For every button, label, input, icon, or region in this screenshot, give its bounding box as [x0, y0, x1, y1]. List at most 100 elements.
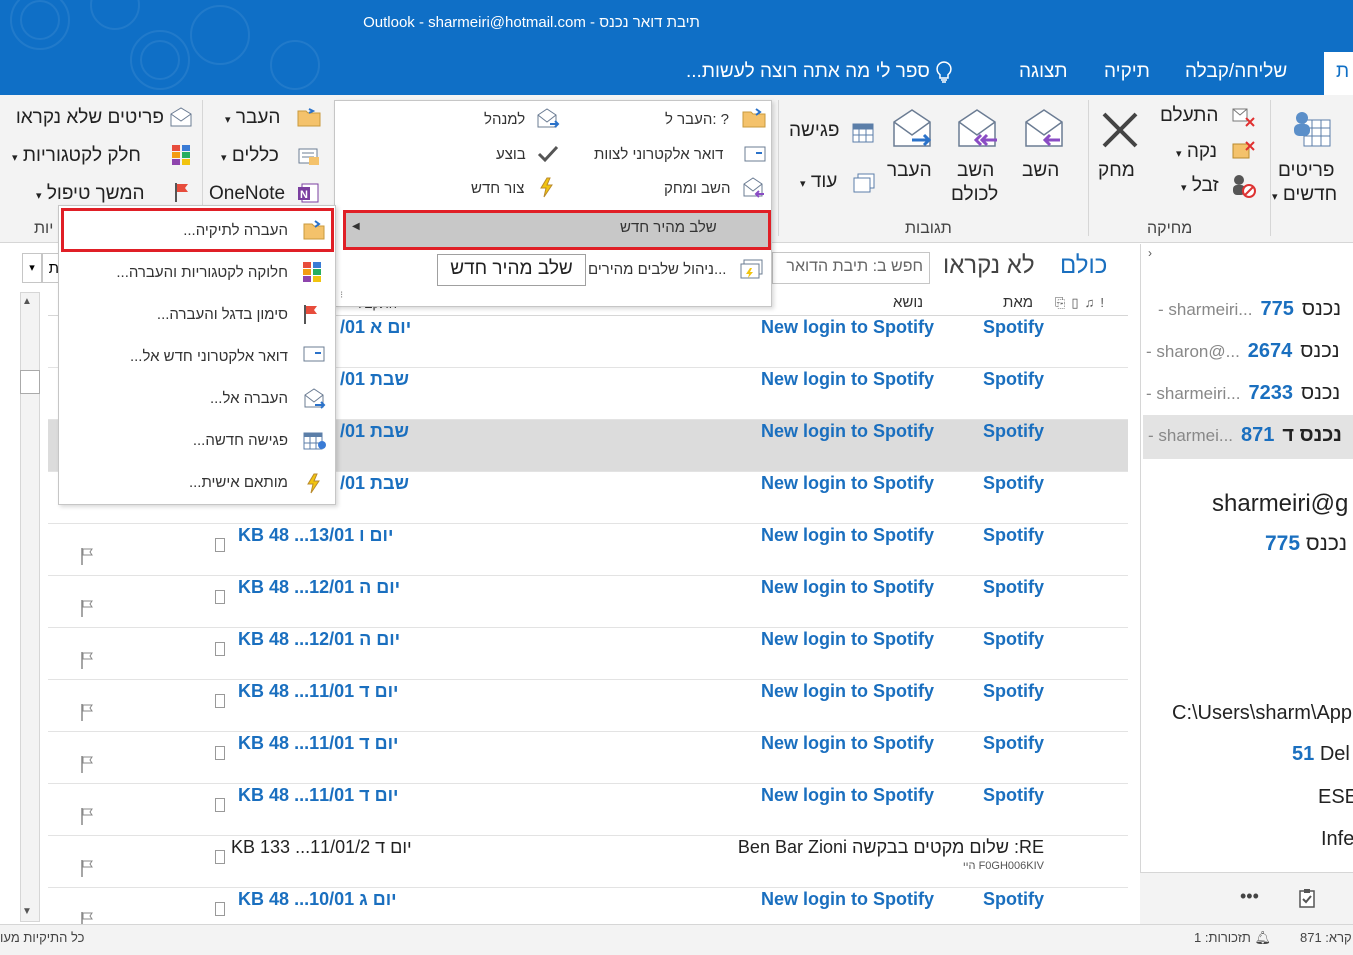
qs-done[interactable]: בוצע: [496, 146, 526, 163]
rules-button[interactable]: ▾ כללים: [221, 145, 279, 167]
folder-item[interactable]: - sharmeiri... 7233 נכנס: [1146, 382, 1340, 405]
categorize-button[interactable]: ▾ חלק לקטגוריות: [12, 145, 141, 167]
junk-button[interactable]: ▾ זבל: [1181, 175, 1219, 197]
submenu-item[interactable]: העברה לתיקיה...: [183, 222, 288, 239]
folder-item[interactable]: - sharon@... 2674 נכנס: [1146, 340, 1339, 363]
reply-all-button-line1[interactable]: השב: [957, 160, 994, 182]
table-row[interactable]: [48, 680, 1128, 732]
delete-button[interactable]: מחק: [1098, 160, 1135, 182]
row-subject: RE: שלום מקטים בבקשה: [852, 837, 1044, 857]
folder-move-icon: [303, 220, 325, 240]
account-inbox[interactable]: 775 נכנס: [1265, 532, 1347, 556]
qs-move-to[interactable]: העבר ל: ?: [665, 111, 729, 128]
row-subject: New login to Spotify: [761, 681, 934, 701]
row-size: 48 KB: [238, 681, 290, 701]
row-from: Spotify: [983, 421, 1044, 441]
submenu-item[interactable]: מותאם אישית...: [189, 474, 288, 491]
table-row[interactable]: [48, 576, 1128, 628]
tab-send-receive[interactable]: שליחה/קבלה: [1185, 61, 1287, 83]
flag-icon[interactable]: [80, 651, 94, 669]
filter-all[interactable]: כולם: [1060, 252, 1107, 280]
chevron-down-icon: ▾: [1272, 191, 1278, 203]
flag-icon[interactable]: [80, 807, 94, 825]
row-doc-icon: [215, 590, 225, 604]
qs-reply-delete[interactable]: השב ומחק: [664, 180, 731, 197]
row-date-text: יום ה 12/01...: [294, 577, 401, 597]
submenu-item[interactable]: העברה אל...: [210, 390, 288, 407]
forward-button[interactable]: העבר: [887, 160, 932, 182]
move-label: העבר: [235, 107, 281, 128]
infected-folder[interactable]: Infe: [1321, 828, 1353, 851]
flag-icon[interactable]: [80, 703, 94, 721]
importance-icon: !: [1100, 295, 1110, 310]
expand-icon[interactable]: ›: [1148, 246, 1152, 260]
status-bar: [0, 924, 1353, 955]
scroll-down-icon[interactable]: ▼: [22, 906, 32, 917]
row-date: יום ג 10/01... 48 KB: [238, 889, 397, 910]
flag-icon[interactable]: [80, 859, 94, 877]
reply-button[interactable]: השב: [1022, 160, 1059, 182]
tab-folder[interactable]: תיקיה: [1104, 61, 1150, 83]
clean-button[interactable]: ▾ נקה: [1176, 141, 1217, 163]
row-date: יום ו 13/01... 48 KB: [238, 525, 393, 546]
row-subject: New login to Spotify: [761, 577, 934, 597]
resize-grip[interactable]: ⁝: [340, 290, 343, 301]
meeting-button[interactable]: פגישה: [789, 120, 839, 142]
column-header-subject[interactable]: נושא: [893, 294, 923, 311]
tab-active[interactable]: ת: [1324, 52, 1353, 95]
table-row[interactable]: [48, 524, 1128, 576]
unread-button[interactable]: פריטים שלא נקראו: [0, 107, 164, 129]
qs-create-new[interactable]: צור חדש: [471, 180, 524, 197]
clean-label: נקה: [1186, 141, 1218, 162]
reply-all-button-line2[interactable]: לכולם: [951, 184, 998, 206]
qs-manager-icon: [536, 108, 560, 130]
tell-me-search[interactable]: ספר לי מה אתה רוצה לעשות...: [686, 61, 953, 83]
status-reminders[interactable]: תזכורות: 1 🔔︎: [1194, 930, 1271, 946]
column-header-icons[interactable]: ⎘▯♫!: [1055, 295, 1110, 311]
status-unread: 871 :קרא: [1300, 930, 1352, 945]
new-items-button-line1[interactable]: פריטים: [1278, 160, 1335, 182]
flag-icon[interactable]: [80, 599, 94, 617]
account-inbox-label: נכנס: [1305, 532, 1348, 555]
table-row[interactable]: [48, 628, 1128, 680]
qs-move-folder-icon: [742, 108, 766, 128]
submenu-item[interactable]: דואר אלקטרוני חדש אל...: [130, 348, 288, 365]
folder-item[interactable]: - sharmei... 871 נכנס ד: [1148, 424, 1342, 447]
flag-icon[interactable]: [80, 755, 94, 773]
deleted-items[interactable]: 51 Del: [1292, 743, 1350, 766]
filter-unread[interactable]: לא נקראו: [943, 252, 1035, 280]
folder-item[interactable]: - sharmeiri... 775 נכנס: [1158, 298, 1341, 321]
submenu-item[interactable]: חלוקה לקטגוריות והעברה...: [116, 264, 288, 281]
table-row[interactable]: [48, 732, 1128, 784]
move-button[interactable]: ▾ העבר: [225, 107, 280, 129]
new-items-button-line2[interactable]: ▾ חדשים: [1272, 184, 1337, 206]
flag-icon[interactable]: [80, 547, 94, 565]
tasks-icon[interactable]: [1297, 888, 1317, 908]
more-respond-button[interactable]: ▾ עוד: [800, 171, 837, 193]
submenu-item[interactable]: סימון בדגל והעברה...: [157, 306, 288, 323]
deleted-label: Del: [1319, 743, 1350, 765]
qs-to-manager[interactable]: למנהל: [484, 111, 525, 128]
search-input[interactable]: חפש ב: תיבת הדואר: [772, 252, 930, 284]
qs-manage[interactable]: ניהול שלבים מהירים...: [588, 261, 726, 278]
tab-view[interactable]: תצוגה: [1019, 61, 1068, 83]
group-label-delete: מחיקה: [1147, 220, 1193, 237]
ese-folder[interactable]: ESE: [1318, 786, 1353, 809]
row-date-text: יום ה 12/01...: [294, 629, 401, 649]
submenu-item[interactable]: פגישה חדשה...: [193, 432, 288, 449]
ignore-button[interactable]: התעלם: [1160, 105, 1218, 127]
deleted-count: 51: [1292, 743, 1315, 765]
more-nav-icon[interactable]: •••: [1240, 886, 1259, 907]
scroll-up-icon[interactable]: ▲: [22, 296, 32, 307]
row-date-text: שבת 01/: [340, 421, 409, 441]
filter-dropdown[interactable]: ▾: [22, 253, 42, 283]
column-header-from[interactable]: מאת: [1003, 294, 1033, 311]
reply-all-icon: [955, 108, 1001, 154]
followup-button[interactable]: ▾ המשך טיפול: [36, 183, 145, 205]
table-row[interactable]: [48, 784, 1128, 836]
row-doc-icon: [215, 538, 225, 552]
qs-team-email[interactable]: דואר אלקטרוני לצוות: [594, 146, 723, 163]
chevron-down-icon: ▾: [1181, 182, 1187, 194]
onenote-button[interactable]: OneNote: [209, 183, 285, 205]
scroll-thumb[interactable]: [20, 370, 40, 394]
